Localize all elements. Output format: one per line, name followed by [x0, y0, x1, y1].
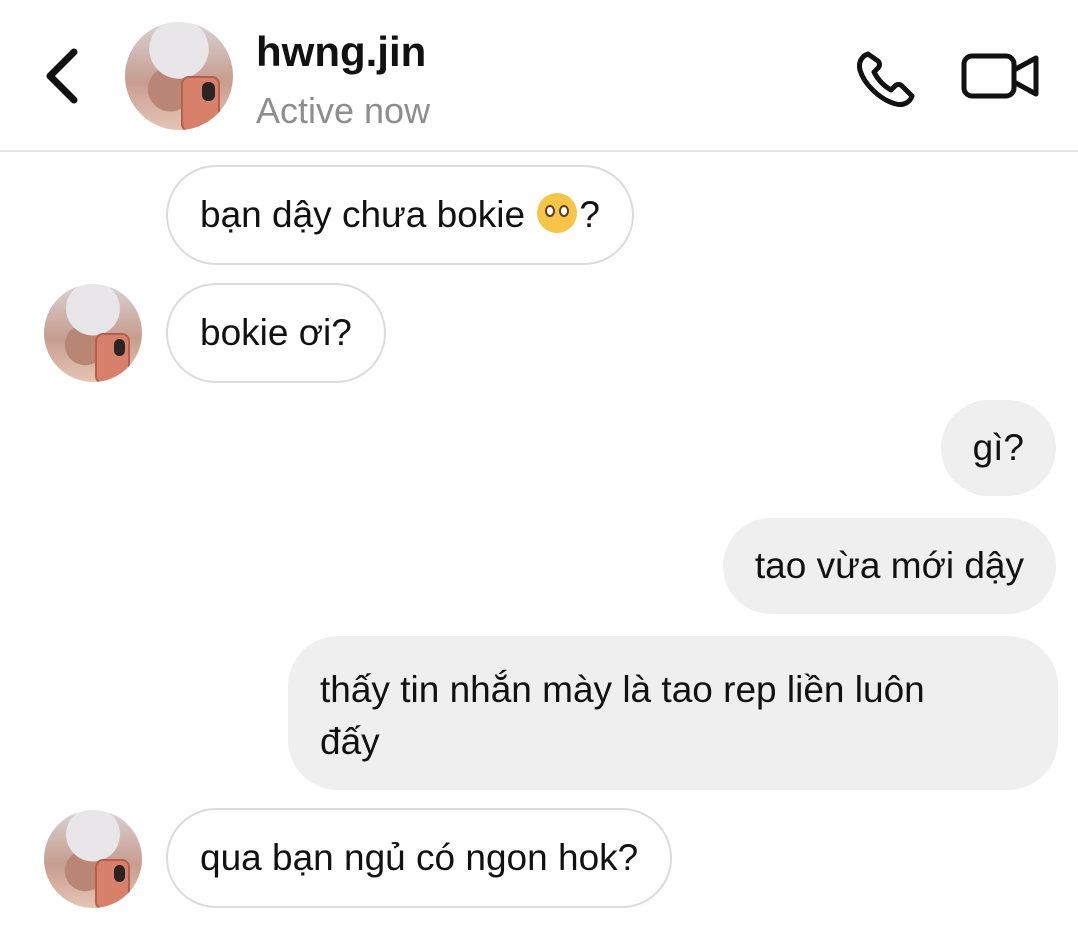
pleading-face-icon	[537, 193, 578, 233]
chat-header: hwng.jin Active now	[0, 0, 1078, 152]
chevron-left-icon[interactable]	[38, 44, 88, 108]
avatar[interactable]	[125, 22, 233, 130]
message-line: thấy tin nhắn mày là tao rep liền luôn	[320, 669, 925, 710]
phone-icon[interactable]	[854, 48, 920, 108]
message-text: bokie ơi?	[200, 312, 352, 353]
message-suffix: ?	[579, 194, 600, 235]
username[interactable]: hwng.jin	[256, 28, 426, 76]
video-camera-icon[interactable]	[960, 48, 1040, 104]
incoming-message[interactable]: qua bạn ngủ có ngon hok?	[166, 808, 673, 908]
message-text: gì?	[972, 427, 1024, 468]
incoming-message[interactable]: bạn dậy chưa bokie ?	[166, 165, 634, 265]
active-status: Active now	[256, 90, 431, 131]
sender-avatar[interactable]	[44, 284, 142, 382]
message-text: qua bạn ngủ có ngon hok?	[200, 837, 639, 878]
outgoing-message[interactable]: gì?	[940, 400, 1056, 496]
outgoing-message[interactable]: tao vừa mới dậy	[722, 518, 1056, 614]
incoming-message[interactable]: bokie ơi?	[166, 283, 386, 383]
message-text: bạn dậy chưa bokie	[200, 194, 526, 235]
outgoing-message[interactable]: thấy tin nhắn mày là tao rep liền luôn đ…	[288, 636, 1058, 790]
message-line: đấy	[320, 721, 380, 762]
sender-avatar[interactable]	[44, 810, 142, 908]
message-text: tao vừa mới dậy	[754, 545, 1024, 586]
